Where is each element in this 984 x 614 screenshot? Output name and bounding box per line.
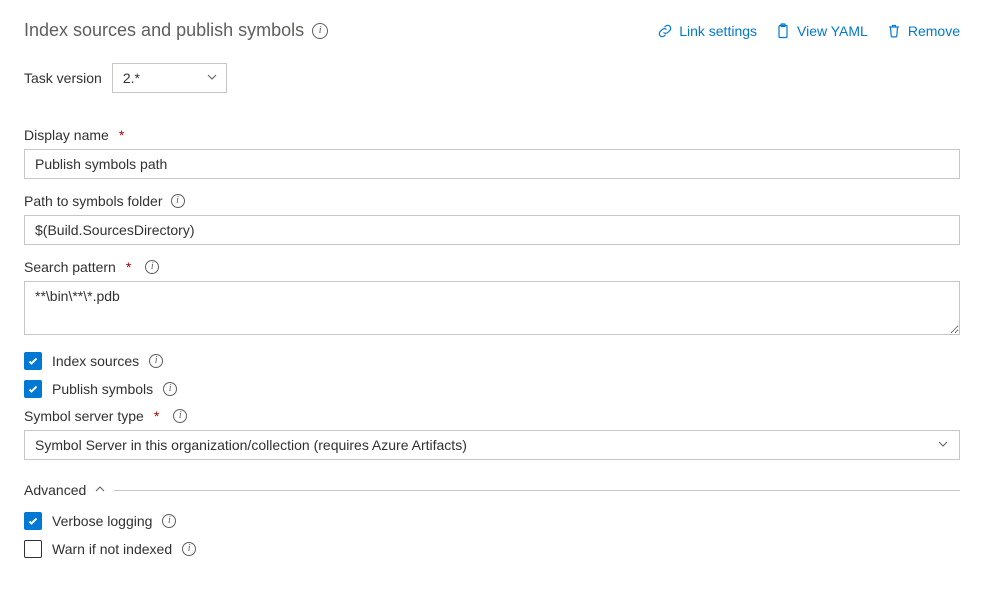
checkmark-icon (27, 515, 39, 527)
required-marker: * (126, 259, 131, 275)
symbol-server-type-select[interactable]: Symbol Server in this organization/colle… (24, 430, 960, 460)
display-name-input[interactable] (24, 149, 960, 179)
page-title-text: Index sources and publish symbols (24, 20, 304, 41)
info-icon[interactable]: i (149, 354, 163, 368)
symbols-folder-input[interactable] (24, 215, 960, 245)
info-icon[interactable]: i (163, 382, 177, 396)
checkmark-icon (27, 383, 39, 395)
chevron-up-icon (94, 482, 106, 498)
task-version-value: 2.* (123, 70, 140, 86)
link-settings-button[interactable]: Link settings (657, 23, 757, 39)
remove-button[interactable]: Remove (886, 23, 960, 39)
required-marker: * (154, 408, 159, 424)
view-yaml-button[interactable]: View YAML (775, 23, 868, 39)
info-icon[interactable]: i (173, 409, 187, 423)
publish-symbols-label: Publish symbols (52, 381, 153, 397)
task-version-label: Task version (24, 70, 102, 86)
warn-if-not-indexed-label: Warn if not indexed (52, 541, 172, 557)
remove-label: Remove (908, 23, 960, 39)
advanced-section-label: Advanced (24, 482, 86, 498)
verbose-logging-label: Verbose logging (52, 513, 152, 529)
info-icon[interactable]: i (162, 514, 176, 528)
checkmark-icon (27, 355, 39, 367)
page-title: Index sources and publish symbols i (24, 20, 328, 41)
search-pattern-input[interactable] (24, 281, 960, 335)
info-icon[interactable]: i (312, 23, 328, 39)
info-icon[interactable]: i (182, 542, 196, 556)
warn-if-not-indexed-checkbox[interactable] (24, 540, 42, 558)
view-yaml-label: View YAML (797, 23, 868, 39)
index-sources-label: Index sources (52, 353, 139, 369)
header-actions: Link settings View YAML Remove (657, 23, 960, 39)
chevron-down-icon (206, 70, 218, 86)
symbols-folder-label: Path to symbols folder (24, 193, 163, 209)
search-pattern-label: Search pattern (24, 259, 116, 275)
index-sources-checkbox[interactable] (24, 352, 42, 370)
advanced-section-toggle[interactable]: Advanced (24, 482, 960, 498)
link-settings-label: Link settings (679, 23, 757, 39)
verbose-logging-checkbox[interactable] (24, 512, 42, 530)
info-icon[interactable]: i (171, 194, 185, 208)
divider-line (114, 490, 960, 491)
task-version-select[interactable]: 2.* (112, 63, 227, 93)
symbol-server-type-label: Symbol server type (24, 408, 144, 424)
required-marker: * (119, 127, 124, 143)
clipboard-icon (775, 23, 791, 39)
chevron-down-icon (937, 437, 949, 453)
trash-icon (886, 23, 902, 39)
display-name-label: Display name (24, 127, 109, 143)
publish-symbols-checkbox[interactable] (24, 380, 42, 398)
symbol-server-type-value: Symbol Server in this organization/colle… (35, 437, 467, 453)
info-icon[interactable]: i (145, 260, 159, 274)
link-icon (657, 23, 673, 39)
